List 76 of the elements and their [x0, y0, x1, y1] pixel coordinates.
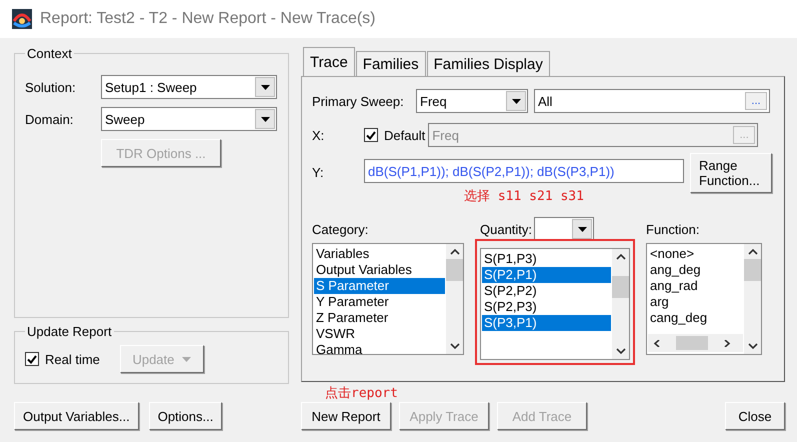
field-label: Primary Sweep:: [312, 94, 405, 108]
tab[interactable]: Trace: [303, 47, 355, 77]
scrollbar-thumb[interactable]: [446, 259, 463, 281]
list-item[interactable]: <none>: [648, 246, 743, 262]
chevron-up-icon[interactable]: [748, 248, 758, 255]
dialog-button[interactable]: New Report: [301, 402, 391, 430]
list-item[interactable]: cang_deg: [648, 310, 743, 326]
checkmark-icon: [27, 354, 37, 364]
dropdown-caret-icon: [512, 98, 520, 104]
tab[interactable]: Families: [356, 51, 426, 77]
chevron-down-icon[interactable]: [748, 343, 758, 350]
list-box[interactable]: S(P1,P3) S(P2,P1) S(P2,P2) S(P2,P3) S(P3,P1): [480, 248, 630, 360]
domain-dropdown[interactable]: Sweep: [101, 107, 277, 131]
chevron-right-icon[interactable]: [722, 340, 732, 346]
list-item[interactable]: S(P2,P2): [482, 283, 611, 299]
checkbox[interactable]: [364, 128, 378, 142]
list-item[interactable]: Gamma: [314, 342, 445, 354]
checkbox-label: Real time: [45, 352, 100, 366]
app-logo-icon: [12, 9, 32, 29]
dropdown-caret-icon: [182, 356, 192, 362]
scrollbar-thumb[interactable]: [676, 336, 708, 350]
field-label: Y:: [312, 165, 325, 180]
dropdown-caret-icon: [578, 226, 587, 232]
dialog-button[interactable]: Output Variables...: [14, 402, 139, 430]
y-expression-field[interactable]: dB(S(P1,P1)); dB(S(P2,P1)); dB(S(P3,P1)): [364, 159, 684, 183]
list-label: Category:: [312, 222, 368, 236]
scrollbar-thumb[interactable]: [744, 259, 761, 281]
field-label: X:: [312, 128, 326, 142]
dropdown-caret-icon: [260, 84, 270, 90]
group-title: Update Report: [26, 324, 113, 339]
tab[interactable]: Families Display: [426, 51, 550, 77]
list-box[interactable]: Variables Output Variables S Parameter Y Parameter Z Parameter VSWR Gamma: [312, 243, 464, 355]
list-item[interactable]: arg: [648, 294, 743, 310]
list-box[interactable]: <none> ang_deg ang_rad arg cang_deg: [646, 243, 762, 355]
horizontal-scrollbar[interactable]: [648, 334, 743, 352]
list-item[interactable]: Z Parameter: [314, 310, 445, 326]
vertical-scrollbar[interactable]: [744, 244, 761, 354]
list-label: Function:: [646, 222, 700, 236]
chevron-down-icon[interactable]: [616, 348, 626, 355]
dialog-button[interactable]: Options...: [148, 402, 222, 430]
field-label: Domain:: [25, 112, 74, 126]
list-item[interactable]: Y Parameter: [314, 294, 445, 310]
list-label: Quantity:: [480, 222, 532, 236]
chevron-up-icon[interactable]: [450, 248, 460, 255]
list-item[interactable]: ang_deg: [648, 262, 743, 278]
primary-sweep-dropdown[interactable]: Freq: [416, 89, 528, 113]
list-item[interactable]: ang_rad: [648, 278, 743, 294]
sweep-range-field[interactable]: All ...: [534, 89, 770, 113]
solution-dropdown[interactable]: Setup1 : Sweep: [101, 75, 277, 99]
checkmark-icon: [366, 130, 376, 140]
dialog-button[interactable]: Close: [725, 402, 785, 430]
vertical-scrollbar[interactable]: [612, 249, 629, 359]
group-title: Context: [26, 46, 73, 61]
chevron-left-icon[interactable]: [652, 340, 662, 346]
field-label: Solution:: [25, 80, 77, 94]
list-item[interactable]: Output Variables: [314, 262, 445, 278]
list-item[interactable]: S(P2,P1): [482, 267, 611, 283]
window-title: Report: Test2 - T2 - New Report - New Trace(s): [40, 10, 376, 28]
annotation-text: 选择 s11 s21 s31: [464, 188, 584, 205]
list-item[interactable]: VSWR: [314, 326, 445, 342]
checkbox[interactable]: [25, 352, 39, 366]
list-item[interactable]: Variables: [314, 246, 445, 262]
chevron-up-icon[interactable]: [616, 253, 626, 260]
dropdown-caret-icon: [260, 116, 270, 122]
quantity-filter-dropdown[interactable]: [534, 217, 594, 241]
annotation-text: 点击report: [325, 385, 399, 400]
list-item[interactable]: S(P1,P3): [482, 251, 611, 267]
list-item[interactable]: S Parameter: [314, 278, 445, 294]
checkbox-label: Default: [384, 128, 426, 142]
chevron-down-icon[interactable]: [450, 343, 460, 350]
vertical-scrollbar[interactable]: [446, 244, 463, 354]
range-function-button[interactable]: Range Function...: [690, 153, 772, 193]
browse-button[interactable]: ...: [745, 92, 767, 110]
list-item[interactable]: S(P3,P1): [482, 315, 611, 331]
list-item[interactable]: S(P2,P3): [482, 299, 611, 315]
scrollbar-thumb[interactable]: [612, 276, 629, 298]
